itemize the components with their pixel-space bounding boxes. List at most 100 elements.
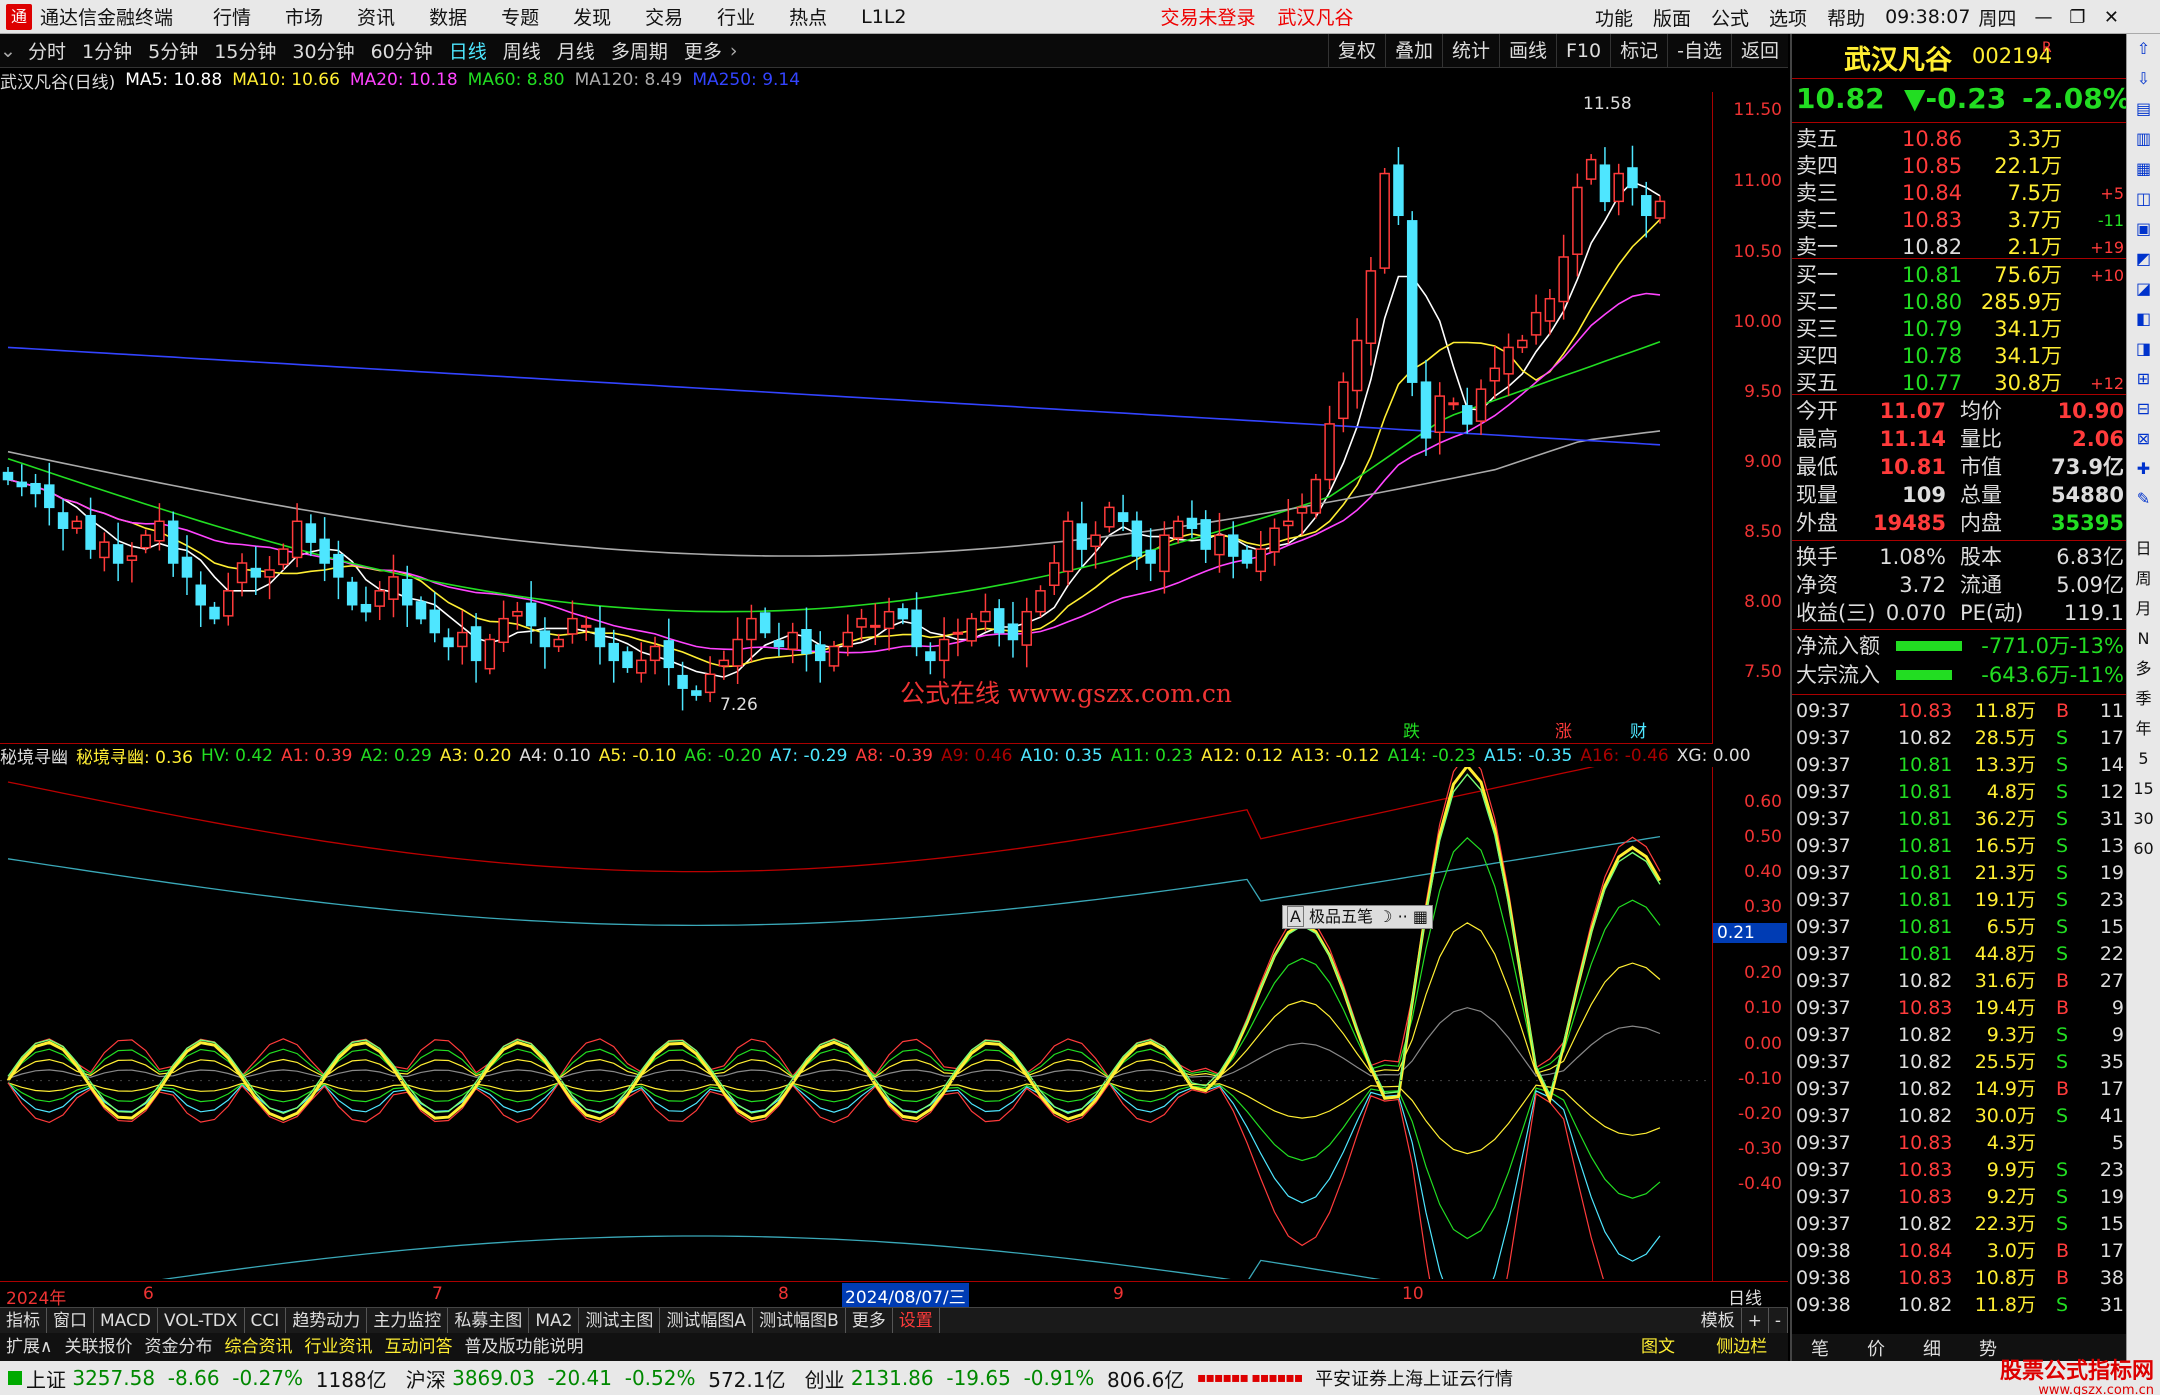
sidebar-period-60[interactable]: 60 [2127, 834, 2160, 864]
tab-jia[interactable]: 价 [1848, 1335, 1904, 1361]
remove-window-button[interactable]: - [1769, 1308, 1788, 1334]
menu-shuju[interactable]: 数据 [429, 3, 467, 30]
tab-vol-tdx[interactable]: VOL-TDX [158, 1307, 245, 1334]
tab-macd[interactable]: MACD [94, 1307, 158, 1334]
period-60min[interactable]: 60分钟 [371, 37, 433, 64]
period-weekly[interactable]: 周线 [503, 37, 541, 64]
tab-shi[interactable]: 势 [1960, 1335, 2016, 1361]
tool-fanhui[interactable]: 返回 [1730, 34, 1788, 68]
tab-hudong[interactable]: 互动问答 [378, 1333, 458, 1361]
sidebar-period-30[interactable]: 30 [2127, 804, 2160, 834]
menu-banmian[interactable]: 版面 [1653, 4, 1691, 31]
tab-shezhi[interactable]: 设置 [893, 1307, 940, 1334]
sidebar-period-15[interactable]: 15 [2127, 774, 2160, 804]
tool-f10[interactable]: F10 [1556, 34, 1610, 68]
period-more[interactable]: 更多 [684, 37, 722, 64]
tab-template[interactable]: 模板 [1695, 1308, 1742, 1334]
candlestick-chart[interactable]: 11.58 7.26 公式在线 www.gszx.com.cn 跌 涨 财 [0, 92, 1712, 744]
index-sz-name[interactable]: 沪深 [406, 1364, 446, 1393]
book-row[interactable]: 卖五 10.86 3.3万 [1792, 126, 2126, 153]
period-daily[interactable]: 日线 [449, 37, 487, 64]
sidebar-tool-icon[interactable]: ⇧ [2127, 34, 2160, 64]
menu-zhuanti[interactable]: 专题 [501, 3, 539, 30]
period-multi[interactable]: 多周期 [611, 37, 668, 64]
book-row[interactable]: 买一 10.81 75.6万 +10 [1792, 262, 2126, 289]
expand-icon[interactable]: ⌄ [0, 40, 20, 62]
tab-puji[interactable]: 普及版功能说明 [458, 1333, 589, 1361]
sidebar-tool-icon[interactable]: ⊞ [2127, 364, 2160, 394]
tab-xi[interactable]: 细 [1904, 1335, 1960, 1361]
sidebar-period-n[interactable]: N [2127, 624, 2160, 654]
period-1min[interactable]: 1分钟 [82, 37, 132, 64]
sidebar-tool-icon[interactable]: ◨ [2127, 334, 2160, 364]
book-row[interactable]: 买二 10.80 285.9万 [1792, 289, 2126, 316]
index-sh-name[interactable]: 上证 [26, 1364, 66, 1393]
tab-zhibiao[interactable]: 指标 [0, 1307, 47, 1334]
menu-gongshi[interactable]: 公式 [1711, 4, 1749, 31]
tab-ceshi-b[interactable]: 测试幅图B [753, 1307, 846, 1334]
tab-qushi[interactable]: 趋势动力 [286, 1307, 368, 1334]
indicator-chart[interactable] [0, 767, 1712, 1279]
tab-expand[interactable]: 扩展∧ [0, 1333, 58, 1361]
tab-zonghe[interactable]: 综合资讯 [218, 1333, 298, 1361]
menu-hangqing[interactable]: 行情 [213, 3, 251, 30]
menu-hangye[interactable]: 行业 [717, 3, 755, 30]
login-status[interactable]: 交易未登录 [1161, 3, 1256, 30]
book-row[interactable]: 卖二 10.83 3.7万 -11 [1792, 207, 2126, 234]
tab-simu[interactable]: 私募主图 [448, 1307, 530, 1334]
add-window-button[interactable]: + [1742, 1308, 1769, 1334]
period-fenshi[interactable]: 分时 [28, 37, 66, 64]
sidebar-period-day[interactable]: 日 [2127, 534, 2160, 564]
sidebar-period-season[interactable]: 季 [2127, 684, 2160, 714]
tool-zixuan[interactable]: -自选 [1667, 34, 1731, 68]
period-15min[interactable]: 15分钟 [214, 37, 276, 64]
tool-huaxian[interactable]: 画线 [1498, 34, 1556, 68]
tab-cci[interactable]: CCI [245, 1307, 287, 1334]
sidebar-period-month[interactable]: 月 [2127, 594, 2160, 624]
minimize-icon[interactable]: — [2026, 7, 2060, 28]
sidebar-tool-icon[interactable]: ◫ [2127, 184, 2160, 214]
sidebar-tool-icon[interactable]: ◩ [2127, 244, 2160, 274]
book-row[interactable]: 买三 10.79 34.1万 [1792, 316, 2126, 343]
sidebar-tool-icon[interactable]: ◧ [2127, 304, 2160, 334]
close-icon[interactable]: ✕ [2094, 7, 2128, 28]
menu-xuanxiang[interactable]: 选项 [1769, 4, 1807, 31]
sidebar-tool-icon[interactable]: ◪ [2127, 274, 2160, 304]
sidebar-tool-icon[interactable]: ▣ [2127, 214, 2160, 244]
tab-zijin[interactable]: 资金分布 [138, 1333, 218, 1361]
book-row[interactable]: 买五 10.77 30.8万 +12 [1792, 370, 2126, 397]
menu-shichang[interactable]: 市场 [285, 3, 323, 30]
restore-icon[interactable]: ❐ [2060, 7, 2094, 28]
tab-ceshi-zhutu[interactable]: 测试主图 [579, 1307, 661, 1334]
sidebar-tool-icon[interactable]: ⊟ [2127, 394, 2160, 424]
menu-faxian[interactable]: 发现 [573, 3, 611, 30]
sidebar-tool-icon[interactable]: ⊠ [2127, 424, 2160, 454]
indicator-name[interactable]: 秘境寻幽 [0, 743, 68, 768]
tool-biaoji[interactable]: 标记 [1610, 34, 1667, 68]
sidebar-tool-icon[interactable]: ✎ [2127, 484, 2160, 514]
tool-fuquan[interactable]: 复权 [1327, 34, 1385, 68]
sidebar-tool-icon[interactable]: ▦ [2127, 154, 2160, 184]
menu-redian[interactable]: 热点 [789, 3, 827, 30]
tab-bi[interactable]: 笔 [1792, 1335, 1848, 1361]
tab-more[interactable]: 更多 [846, 1307, 893, 1334]
index-cy-name[interactable]: 创业 [805, 1364, 845, 1393]
tool-tongji[interactable]: 统计 [1441, 34, 1499, 68]
sidebar-period-week[interactable]: 周 [2127, 564, 2160, 594]
tab-ceshi-a[interactable]: 测试幅图A [660, 1307, 754, 1334]
sidebar-period-5[interactable]: 5 [2127, 744, 2160, 774]
book-row[interactable]: 卖四 10.85 22.1万 [1792, 153, 2126, 180]
book-row[interactable]: 卖一 10.82 2.1万 +19 [1792, 234, 2126, 261]
menu-jiaoyi[interactable]: 交易 [645, 3, 683, 30]
period-monthly[interactable]: 月线 [557, 37, 595, 64]
sidebar-tool-icon[interactable]: ⇩ [2127, 64, 2160, 94]
menu-gongneng[interactable]: 功能 [1595, 4, 1633, 31]
chevron-right-icon[interactable]: › [730, 40, 738, 62]
period-5min[interactable]: 5分钟 [148, 37, 198, 64]
book-row[interactable]: 买四 10.78 34.1万 [1792, 343, 2126, 370]
tool-diejia[interactable]: 叠加 [1384, 34, 1442, 68]
sidebar-period-year[interactable]: 年 [2127, 714, 2160, 744]
tab-zhuli[interactable]: 主力监控 [367, 1307, 449, 1334]
period-30min[interactable]: 30分钟 [292, 37, 354, 64]
tab-chuangkou[interactable]: 窗口 [47, 1307, 94, 1334]
